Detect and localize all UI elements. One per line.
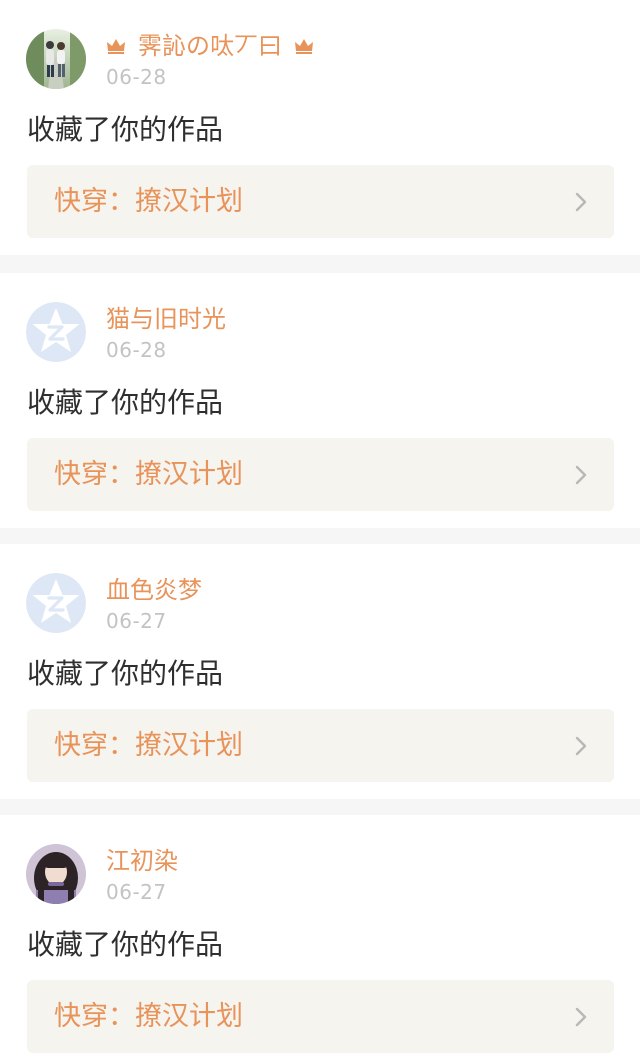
work-title: 快穿：撩汉计划 [54, 186, 243, 217]
timestamp: 06-27 [106, 880, 167, 904]
default-star-avatar-icon [26, 573, 86, 633]
work-link[interactable]: 快穿：撩汉计划 [27, 709, 614, 782]
user-avatar[interactable] [26, 844, 86, 904]
photo-avatar-icon [26, 844, 86, 904]
work-title: 快穿：撩汉计划 [54, 1001, 243, 1032]
user-row: 霁訫の呔丆曰 [106, 29, 314, 63]
notification-card: 血色炎梦 06-27 收藏了你的作品 快穿：撩汉计划 [0, 544, 640, 799]
action-text: 收藏了你的作品 [27, 928, 224, 961]
crown-icon [294, 37, 314, 55]
chevron-right-icon [574, 464, 588, 486]
photo-avatar-icon [26, 29, 86, 89]
notification-card: 猫与旧时光 06-28 收藏了你的作品 快穿：撩汉计划 [0, 273, 640, 528]
work-link[interactable]: 快穿：撩汉计划 [27, 980, 614, 1053]
work-link[interactable]: 快穿：撩汉计划 [27, 165, 614, 238]
user-avatar[interactable] [26, 302, 86, 362]
username[interactable]: 血色炎梦 [106, 573, 202, 607]
user-row: 血色炎梦 [106, 573, 202, 607]
chevron-right-icon [574, 191, 588, 213]
default-star-avatar-icon [26, 302, 86, 362]
username[interactable]: 猫与旧时光 [106, 302, 226, 336]
timestamp: 06-28 [106, 338, 167, 362]
action-text: 收藏了你的作品 [27, 113, 224, 146]
user-row: 江初染 [106, 844, 178, 878]
timestamp: 06-28 [106, 65, 167, 89]
chevron-right-icon [574, 1006, 588, 1028]
chevron-right-icon [574, 735, 588, 757]
user-avatar[interactable] [26, 573, 86, 633]
username[interactable]: 江初染 [106, 844, 178, 878]
work-link[interactable]: 快穿：撩汉计划 [27, 438, 614, 511]
username[interactable]: 霁訫の呔丆曰 [138, 29, 282, 63]
user-row: 猫与旧时光 [106, 302, 226, 336]
notification-card: 霁訫の呔丆曰 06-28 收藏了你的作品 快穿：撩汉计划 [0, 0, 640, 255]
work-title: 快穿：撩汉计划 [54, 459, 243, 490]
action-text: 收藏了你的作品 [27, 386, 224, 419]
notification-feed: 霁訫の呔丆曰 06-28 收藏了你的作品 快穿：撩汉计划 猫与旧时光 06-28 [0, 0, 640, 1058]
notification-card: 江初染 06-27 收藏了你的作品 快穿：撩汉计划 [0, 815, 640, 1058]
timestamp: 06-27 [106, 609, 167, 633]
action-text: 收藏了你的作品 [27, 657, 224, 690]
work-title: 快穿：撩汉计划 [54, 730, 243, 761]
crown-icon [106, 37, 126, 55]
user-avatar[interactable] [26, 29, 86, 89]
